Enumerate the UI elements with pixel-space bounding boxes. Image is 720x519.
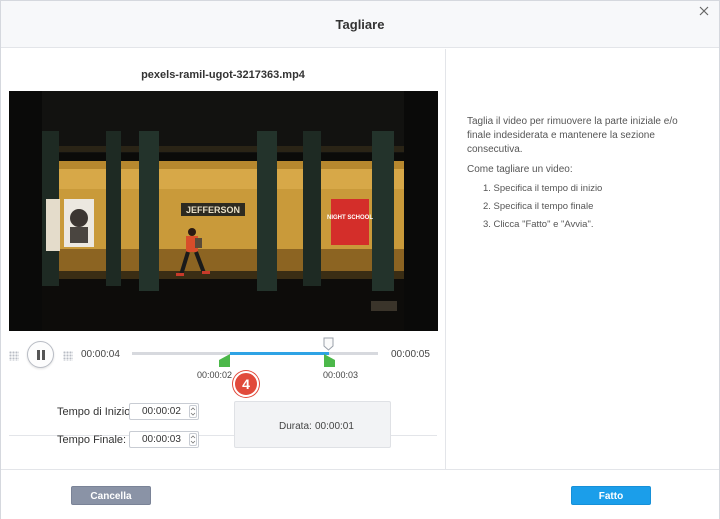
end-time-stepper[interactable]: [189, 433, 197, 446]
start-marker-time: 00:00:02: [197, 370, 233, 380]
done-button[interactable]: Fatto: [571, 486, 651, 505]
duration-label: Durata:: [279, 421, 312, 432]
duration-box: Durata: 00:00:01: [234, 401, 391, 448]
instructions-step: 1. Specifica il tempo di inizio: [483, 183, 603, 194]
close-icon[interactable]: [697, 4, 711, 18]
dialog-title: Tagliare: [335, 17, 385, 32]
end-time-input[interactable]: 00:00:03: [129, 431, 199, 448]
player-pane: pexels-ramil-ugot-3217363.mp4 JEFFERSON …: [1, 49, 445, 469]
grip-left-icon[interactable]: [9, 351, 19, 361]
instructions-step: 2. Specifica il tempo finale: [483, 201, 594, 212]
grip-right-icon[interactable]: [63, 351, 73, 361]
video-filename: pexels-ramil-ugot-3217363.mp4: [141, 69, 305, 81]
end-marker[interactable]: [324, 354, 335, 367]
instructions-pane: Taglia il video per rimuovere la parte i…: [446, 49, 719, 469]
title-bar: Tagliare: [1, 1, 719, 48]
poster-text: NIGHT SCHOOL: [327, 215, 373, 221]
pause-button[interactable]: [27, 341, 54, 368]
instructions-description: Taglia il video per rimuovere la parte i…: [467, 116, 678, 155]
pause-icon: [37, 350, 40, 360]
playhead-handle[interactable]: [323, 337, 334, 351]
start-time-input[interactable]: 00:00:02: [129, 403, 199, 420]
start-marker[interactable]: [219, 354, 230, 367]
step-badge: 4: [233, 371, 259, 397]
station-sign-text: JEFFERSON: [186, 205, 240, 215]
instructions-step: 3. Clicca "Fatto" e "Avvia".: [483, 219, 594, 230]
timeline-selection: [230, 352, 329, 355]
trim-dialog: Tagliare pexels-ramil-ugot-3217363.mp4 J…: [0, 0, 720, 519]
video-preview[interactable]: JEFFERSON NIGHT SCHOOL: [9, 91, 438, 331]
current-time: 00:00:04: [81, 349, 120, 360]
start-time-stepper[interactable]: [189, 405, 197, 418]
duration-value: 00:00:01: [315, 421, 354, 432]
total-time: 00:00:05: [391, 349, 430, 360]
end-marker-time: 00:00:03: [323, 370, 359, 380]
start-time-label: Tempo di Inizio:: [57, 406, 134, 418]
end-time-label: Tempo Finale:: [57, 434, 127, 446]
dialog-footer: Cancella Fatto: [1, 469, 719, 519]
instructions-how-to-title: Come tagliare un video:: [467, 164, 573, 175]
cancel-button[interactable]: Cancella: [71, 486, 151, 505]
